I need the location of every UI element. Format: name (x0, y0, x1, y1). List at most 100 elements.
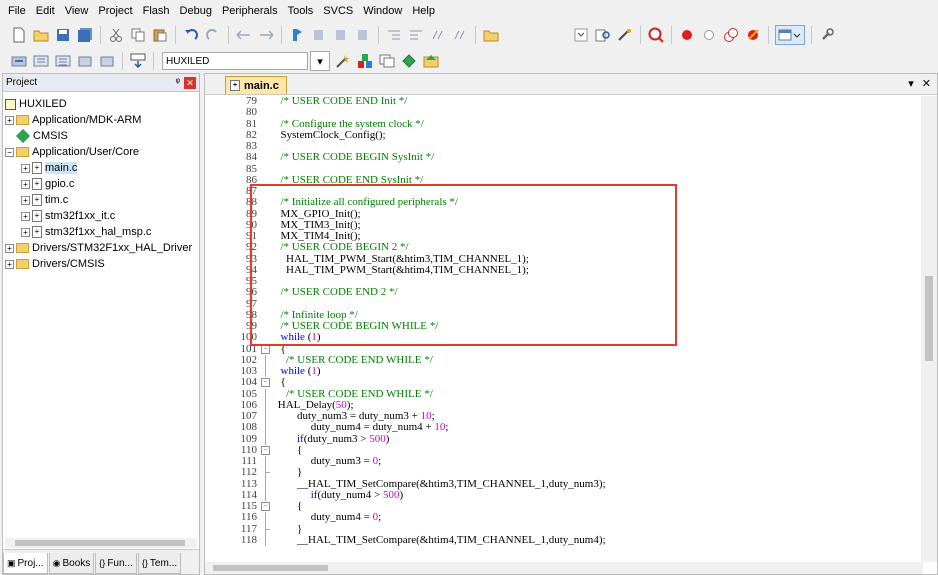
undo-icon[interactable] (182, 26, 200, 44)
tree-item-msp-c[interactable]: + + stm32f1xx_hal_msp.c (5, 224, 197, 240)
tab-main-c[interactable]: + main.c (225, 76, 287, 94)
menu-flash[interactable]: Flash (138, 0, 175, 22)
tree-item-mdk-arm[interactable]: + Application/MDK-ARM (5, 112, 197, 128)
cut-icon[interactable] (107, 26, 125, 44)
configure-icon[interactable] (818, 26, 836, 44)
code-line[interactable]: 109 if(duty_num3 > 500) (205, 433, 910, 445)
kill-breakpoints-icon[interactable] (744, 26, 762, 44)
code-line[interactable]: 112 } (205, 466, 910, 479)
menu-debug[interactable]: Debug (175, 0, 217, 22)
menu-view[interactable]: View (60, 0, 94, 22)
rebuild-icon[interactable] (54, 52, 72, 70)
download-load-icon[interactable] (129, 52, 147, 70)
open-folder-icon[interactable] (32, 26, 50, 44)
unindent-icon[interactable] (407, 26, 425, 44)
expand-plus-icon[interactable]: + (21, 211, 30, 221)
bookmark-icon[interactable] (288, 26, 306, 44)
menu-project[interactable]: Project (93, 0, 137, 22)
tree-item-tim-c[interactable]: + + tim.c (5, 192, 197, 208)
save-icon[interactable] (54, 26, 72, 44)
manage-components-icon[interactable] (356, 52, 374, 70)
incremental-find-icon[interactable] (616, 26, 634, 44)
tab-templates[interactable]: {} Tem... (137, 553, 182, 574)
menu-help[interactable]: Help (407, 0, 440, 22)
menu-svcs[interactable]: SVCS (318, 0, 358, 22)
paste-icon[interactable] (151, 26, 169, 44)
enable-breakpoint-icon[interactable] (700, 26, 718, 44)
nav-back-icon[interactable] (235, 26, 253, 44)
tree-item-it-c[interactable]: + + stm32f1xx_it.c (5, 208, 197, 224)
find-icon[interactable] (594, 26, 612, 44)
menu-peripherals[interactable]: Peripherals (217, 0, 283, 22)
code-line[interactable]: 103 while (1) (205, 365, 910, 378)
menu-edit[interactable]: Edit (31, 0, 60, 22)
target-options-icon[interactable] (334, 52, 352, 70)
expand-plus-icon[interactable]: + (5, 259, 14, 269)
indent-icon[interactable] (385, 26, 403, 44)
expand-plus-icon[interactable]: + (21, 179, 30, 189)
prev-bookmark-icon[interactable] (310, 26, 328, 44)
file-extensions-icon[interactable] (378, 52, 396, 70)
stop-build-icon[interactable] (98, 52, 116, 70)
expand-plus-icon[interactable]: + (21, 195, 30, 205)
run-time-env-icon[interactable] (422, 52, 440, 70)
translate-icon[interactable] (10, 52, 28, 70)
find-dropdown-icon[interactable] (572, 26, 590, 44)
menu-file[interactable]: File (0, 0, 31, 22)
comment-icon[interactable] (429, 26, 447, 44)
close-tab-icon[interactable]: ✕ (922, 77, 931, 90)
clear-bookmarks-icon[interactable] (354, 26, 372, 44)
copy-icon[interactable] (129, 26, 147, 44)
expand-plus-icon[interactable]: + (21, 163, 30, 173)
editor-vertical-scrollbar[interactable] (921, 96, 937, 562)
debug-session-icon[interactable] (647, 26, 665, 44)
disable-breakpoints-icon[interactable] (722, 26, 740, 44)
uncomment-icon[interactable] (451, 26, 469, 44)
find-in-files-icon[interactable] (482, 26, 500, 44)
tab-functions[interactable]: {} Fun... (95, 553, 137, 574)
code-line[interactable]: 118 __HAL_TIM_SetCompare(&htim4,TIM_CHAN… (205, 534, 910, 546)
editor-horizontal-scrollbar[interactable] (205, 562, 923, 574)
tree-item-main-c[interactable]: + + main.c (5, 160, 197, 176)
scrollbar-thumb[interactable] (15, 540, 185, 546)
menu-window[interactable]: Window (358, 0, 407, 22)
project-panel-scrollbar[interactable] (5, 538, 197, 548)
menu-tools[interactable]: Tools (283, 0, 319, 22)
close-icon[interactable]: ✕ (184, 76, 196, 89)
code-line[interactable]: 114 if(duty_num4 > 500) (205, 489, 910, 501)
redo-icon[interactable] (204, 26, 222, 44)
expand-plus-icon[interactable]: + (5, 115, 14, 125)
scrollbar-thumb[interactable] (213, 565, 328, 571)
expand-plus-icon[interactable]: + (21, 227, 30, 237)
code-line[interactable]: 108 duty_num4 = duty_num4 + 10; (205, 421, 910, 434)
tab-project[interactable]: ▣ Proj... (3, 553, 48, 574)
tree-item-hal-driver[interactable]: + Drivers/STM32F1xx_HAL_Driver (5, 240, 197, 256)
tab-list-dropdown-icon[interactable]: ▾ (908, 77, 914, 90)
window-layout-icon[interactable] (775, 25, 805, 45)
fold-toggle-icon[interactable]: − (261, 445, 270, 455)
next-bookmark-icon[interactable] (332, 26, 350, 44)
pin-icon[interactable]: ᵠ (176, 77, 180, 88)
code-line[interactable]: 82 SystemClock_Config(); (205, 129, 910, 141)
expand-plus-icon[interactable]: + (5, 243, 14, 253)
nav-forward-icon[interactable] (257, 26, 275, 44)
code-line[interactable]: 84 /* USER CODE BEGIN SysInit */ (205, 151, 910, 163)
scrollbar-thumb[interactable] (925, 276, 933, 361)
tree-item-core[interactable]: − Application/User/Core (5, 144, 197, 160)
tab-books[interactable]: ◉ Books (48, 553, 95, 574)
fold-toggle-icon[interactable]: − (261, 378, 270, 388)
insert-breakpoint-icon[interactable] (678, 26, 696, 44)
code-line[interactable]: 79 /* USER CODE END Init */ (205, 96, 910, 107)
tree-item-drivers-cmsis[interactable]: + Drivers/CMSIS (5, 256, 197, 272)
fold-toggle-icon[interactable]: − (261, 502, 270, 511)
pack-installer-icon[interactable] (400, 52, 418, 70)
code-line[interactable]: 116 duty_num4 = 0; (205, 511, 910, 524)
tree-item-gpio-c[interactable]: + + gpio.c (5, 176, 197, 192)
target-select[interactable]: HUXILED (162, 52, 308, 70)
target-dropdown-button[interactable]: ▾ (310, 51, 330, 71)
build-icon[interactable] (32, 52, 50, 70)
tree-item-root[interactable]: HUXILED (5, 96, 197, 112)
save-all-icon[interactable] (76, 26, 94, 44)
new-file-icon[interactable] (10, 26, 28, 44)
tree-item-cmsis[interactable]: CMSIS (5, 128, 197, 144)
